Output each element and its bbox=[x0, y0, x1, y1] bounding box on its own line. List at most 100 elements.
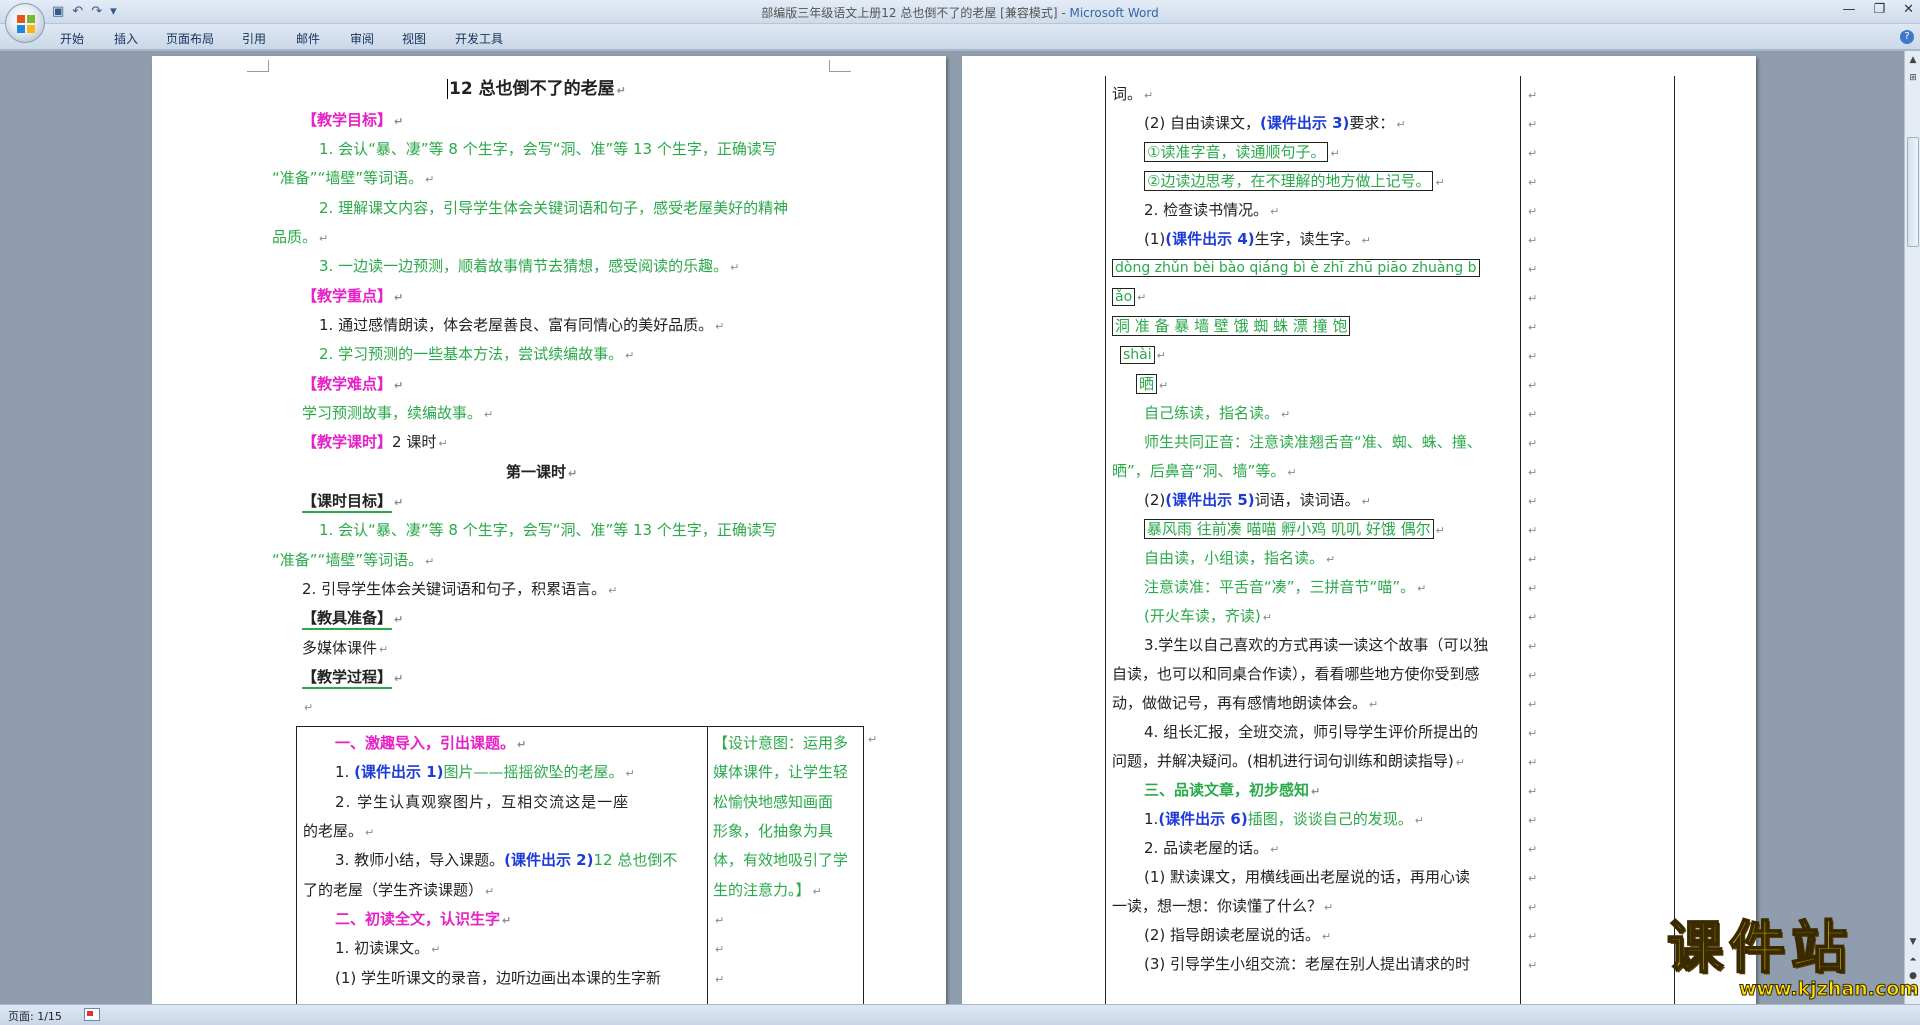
table-cell-text: 2. 品读老屋的话。 ↵ bbox=[1144, 839, 1280, 857]
previous-page-icon[interactable]: ⏶ bbox=[1907, 953, 1919, 967]
table-cell-text: ↵ bbox=[1528, 872, 1538, 885]
table-cell-text: 一、激趣导入，引出课题。 ↵ bbox=[335, 734, 527, 752]
table-cell-text: 词。 ↵ bbox=[1112, 85, 1154, 103]
design-intent-text: 体，有效地吸引了学 bbox=[713, 851, 849, 869]
hanzi-line: 洞 准 备 暴 墙 壁 饿 蜘 蛛 漂 撞 饱 bbox=[1112, 316, 1351, 336]
tab-home[interactable]: 开始 bbox=[60, 30, 84, 47]
table-cell-text: ②边读边思考，在不理解的地方做上记号。 ↵ bbox=[1144, 171, 1445, 193]
table-cell-text: 师生共同正音：注意读准翘舌音“准、蜘、蛛、撞、 bbox=[1144, 433, 1482, 451]
table-cell-text: 1. (课件出示 1)图片——摇摇欲坠的老屋。 ↵ bbox=[335, 763, 635, 781]
table-cell-text: ↵ bbox=[1528, 292, 1538, 305]
table-cell-text: ↵ bbox=[1528, 379, 1538, 392]
tab-review[interactable]: 审阅 bbox=[350, 30, 374, 47]
table-cell-text: ↵ bbox=[1528, 553, 1538, 566]
close-button[interactable]: ✕ bbox=[1903, 2, 1914, 17]
crop-mark bbox=[829, 60, 851, 72]
table-cell-text: ↵ bbox=[1528, 176, 1538, 189]
table-cell-text: ↵ bbox=[1528, 147, 1538, 160]
document-page-2: 词。 ↵ (2) 自由读课文，(课件出示 3)要求： ↵ ①读准字音，读通顺句子。 ↵… bbox=[962, 56, 1756, 1004]
minimize-button[interactable]: — bbox=[1842, 2, 1855, 17]
table-cell-text: ↵ bbox=[1528, 321, 1538, 334]
table-cell-text: 的老屋。 ↵ bbox=[303, 822, 375, 840]
table-cell-text: ↵ bbox=[1528, 698, 1538, 711]
table-cell-text: ↵ bbox=[1528, 408, 1538, 421]
table-cell-text: (3) 引导学生小组交流：老屋在别人提出请求的时 bbox=[1144, 955, 1471, 973]
tab-mailings[interactable]: 邮件 bbox=[296, 30, 320, 47]
paragraph: 学习预测故事，续编故事。 ↵ bbox=[302, 404, 494, 422]
table-cell-text: ↵ bbox=[1528, 727, 1538, 740]
table-cell-text: ↵ bbox=[715, 914, 725, 927]
table-cell-text: 自读，也可以和同桌合作读），看看哪些地方使你受到感 bbox=[1112, 665, 1480, 683]
table-cell-text: ↵ bbox=[1528, 263, 1538, 276]
restore-button[interactable]: ❐ bbox=[1873, 2, 1885, 17]
document-title: 12 总也倒不了的老屋 ↵ bbox=[447, 79, 626, 99]
table-cell-text: ↵ bbox=[1528, 205, 1538, 218]
table-cell-text: ↵ bbox=[1528, 234, 1538, 247]
scrollbar-thumb[interactable] bbox=[1907, 137, 1919, 247]
heading-lesson-goal: 【课时目标】 ↵ bbox=[302, 491, 403, 513]
paragraph: 多媒体课件 ↵ bbox=[302, 639, 389, 657]
crop-mark bbox=[247, 60, 269, 72]
row-end-mark: ↵ bbox=[868, 733, 878, 746]
table-cell-text: ↵ bbox=[1528, 959, 1538, 972]
table-cell-text: ↵ bbox=[1528, 466, 1538, 479]
paragraph: 1. 会认“暴、凄”等 8 个生字，会写“洞、准”等 13 个生字，正确读写 bbox=[319, 521, 777, 539]
pinyin-line: ǎo ↵ bbox=[1112, 287, 1146, 308]
paragraph: “准备”“墙壁”等词语。 ↵ bbox=[272, 551, 435, 569]
table-cell-text: ↵ bbox=[1528, 495, 1538, 508]
tab-view[interactable]: 视图 bbox=[402, 30, 426, 47]
table-cell-text: 问题，并解决疑问。(相机进行词句训练和朗读指导) ↵ bbox=[1112, 752, 1465, 770]
tab-developer[interactable]: 开发工具 bbox=[455, 30, 503, 47]
table-cell-text: 了的老屋（学生齐读课题） ↵ bbox=[303, 881, 495, 899]
office-button[interactable] bbox=[5, 3, 45, 43]
process-table-continued: 词。 ↵ (2) 自由读课文，(课件出示 3)要求： ↵ ①读准字音，读通顺句子。 ↵… bbox=[1105, 76, 1675, 1004]
table-cell-text: 三、品读文章，初步感知 ↵ bbox=[1144, 781, 1321, 799]
table-cell-text: (1)(课件出示 4)生字，读生字。 ↵ bbox=[1144, 230, 1371, 248]
paragraph: ↵ bbox=[304, 701, 314, 714]
table-cell-text: 2. 学生认真观察图片，互相交流这是一座 bbox=[335, 793, 630, 811]
table-cell-text: (1) 默读课文，用横线画出老屋说的话，再用心读 bbox=[1144, 868, 1471, 886]
table-cell-text: 晒”，后鼻音“洞、墙”等。 ↵ bbox=[1112, 462, 1297, 480]
table-cell-text: ↵ bbox=[1528, 350, 1538, 363]
site-watermark: 课件站 www.kjzhan.com bbox=[1666, 917, 1920, 1001]
table-cell-text: 自由读，小组读，指名读。 ↵ bbox=[1144, 549, 1336, 567]
pinyin-line: dòng zhǔn bèi bào qiáng bì è zhī zhū piā… bbox=[1112, 258, 1480, 278]
table-divider bbox=[1520, 76, 1521, 1004]
tab-page-layout[interactable]: 页面布局 bbox=[166, 30, 214, 47]
page-counter[interactable]: 页面: 1/15 bbox=[8, 1008, 62, 1024]
design-intent-text: 媒体课件，让学生轻 bbox=[713, 763, 849, 781]
table-cell-text: (开火车读，齐读) ↵ bbox=[1144, 607, 1272, 625]
help-icon[interactable]: ? bbox=[1900, 30, 1914, 44]
paragraph: 2. 学习预测的一些基本方法，尝试续编故事。 ↵ bbox=[319, 345, 635, 363]
tab-insert[interactable]: 插入 bbox=[114, 30, 138, 47]
table-cell-text: ↵ bbox=[1528, 118, 1538, 131]
vertical-scrollbar[interactable]: ▲ ⊞ ▼ ⏶ ● ⏷ bbox=[1904, 51, 1920, 1004]
title-bar: ▣ ↶ ↷ ▾ 部编版三年级语文上册12 总也倒不了的老屋 [兼容模式] - M… bbox=[0, 0, 1920, 24]
document-workspace: 12 总也倒不了的老屋 ↵ 【教学目标】 ↵ 1. 会认“暴、凄”等 8 个生字，会… bbox=[0, 51, 1904, 1004]
table-cell-text: ↵ bbox=[1528, 669, 1538, 682]
pinyin-line: shài ↵ bbox=[1120, 345, 1166, 366]
hanzi-line: 晒 ↵ bbox=[1136, 374, 1168, 396]
table-cell-text: ↵ bbox=[1528, 930, 1538, 943]
table-cell-text: (2) 自由读课文，(课件出示 3)要求： ↵ bbox=[1144, 114, 1406, 132]
window-title: 部编版三年级语文上册12 总也倒不了的老屋 [兼容模式] - Microsoft… bbox=[761, 6, 1159, 20]
process-table: 一、激趣导入，引出课题。 ↵ 1. (课件出示 1)图片——摇摇欲坠的老屋。 ↵ 2… bbox=[296, 726, 864, 1004]
design-intent-text: 形象，化抽象为具 bbox=[713, 822, 834, 840]
watermark-url: www.kjzhan.com bbox=[1738, 978, 1920, 1001]
ruler-toggle-icon[interactable]: ⊞ bbox=[1907, 71, 1919, 85]
table-cell-text: 一读，想一想：你读懂了什么？ ↵ bbox=[1112, 897, 1334, 915]
table-cell-text: 1.(课件出示 6)插图，谈谈自己的发现。 ↵ bbox=[1144, 810, 1424, 828]
paragraph: 3. 一边读一边预测，顺着故事情节去猜想，感受阅读的乐趣。 ↵ bbox=[319, 257, 740, 275]
scroll-up-icon[interactable]: ▲ bbox=[1907, 53, 1919, 67]
table-cell-text: ↵ bbox=[1528, 785, 1538, 798]
scroll-down-icon[interactable]: ▼ bbox=[1907, 935, 1919, 949]
table-cell-text: ↵ bbox=[1528, 756, 1538, 769]
tab-references[interactable]: 引用 bbox=[242, 30, 266, 47]
office-logo-icon bbox=[17, 15, 35, 33]
paragraph: 2. 理解课文内容，引导学生体会关键词语和句子，感受老屋美好的精神 bbox=[319, 199, 789, 217]
table-cell-text: ↵ bbox=[1528, 901, 1538, 914]
paragraph: 【教学课时】2 课时 ↵ bbox=[302, 433, 448, 451]
table-cell-text: ↵ bbox=[715, 973, 725, 986]
table-cell-text: (1) 学生听课文的录音，边听边画出本课的生字新 bbox=[335, 969, 662, 987]
proofing-icon[interactable] bbox=[84, 1008, 100, 1021]
